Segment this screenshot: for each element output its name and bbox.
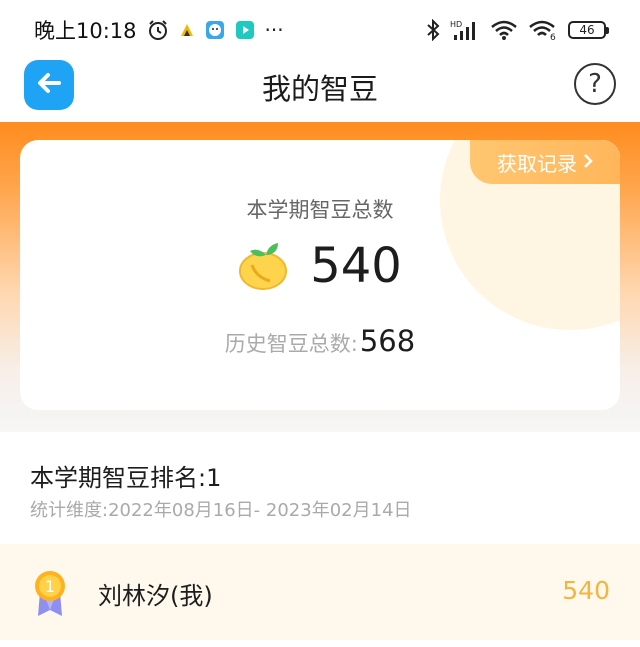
bottom-strip — [0, 640, 640, 647]
page-title: 我的智豆 — [261, 72, 378, 106]
record-button-label: 获取记录 — [497, 151, 577, 176]
page-header: 我的智豆 ? — [0, 60, 640, 122]
ranking-name: 刘林汐(我) — [98, 582, 213, 610]
gold-medal-icon: 1 — [30, 570, 70, 618]
battery-indicator: 46 — [568, 21, 609, 39]
term-total-row: 540 — [20, 234, 620, 298]
history-total-row: 历史智豆总数: 568 — [20, 324, 620, 358]
wifi6-label: 6 — [550, 33, 556, 41]
ranking-header: 本学期智豆排名:1 统计维度:2022年08月16日- 2023年02月14日 — [0, 432, 640, 544]
ranking-period: 统计维度:2022年08月16日- 2023年02月14日 — [30, 500, 412, 521]
video-app-icon — [235, 20, 255, 40]
summary-card: 获取记录 本学期智豆总数 540 历史智豆总数: 568 — [20, 140, 620, 410]
more-notifications-icon: ··· — [264, 18, 284, 42]
ranking-row[interactable]: 1 刘林汐(我) 540 — [0, 544, 640, 640]
status-left: 晚上10:18 ··· — [34, 15, 284, 45]
wifi-icon — [490, 19, 518, 41]
history-total-value: 568 — [359, 324, 416, 358]
history-total-label: 历史智豆总数: — [224, 332, 358, 356]
alarm-icon — [147, 19, 169, 41]
ranking-score: 540 — [562, 576, 610, 605]
app-face-icon — [205, 20, 225, 40]
record-button[interactable]: 获取记录 — [470, 140, 620, 184]
help-button[interactable]: ? — [574, 63, 616, 105]
term-total-label: 本学期智豆总数 — [246, 198, 394, 222]
signal-icon: HD — [450, 19, 480, 41]
wifi6-icon: 6 — [528, 19, 558, 41]
app-notification-icon — [179, 22, 195, 38]
medal-rank: 1 — [45, 577, 55, 596]
ranking-title: 本学期智豆排名:1 — [30, 464, 222, 492]
status-time: 晚上10:18 — [34, 19, 137, 43]
hd-label: HD — [450, 20, 462, 29]
term-total-value: 540 — [310, 238, 402, 294]
status-bar: 晚上10:18 ··· HD 6 46 — [0, 0, 640, 60]
chevron-right-icon — [583, 150, 593, 174]
help-icon: ? — [588, 69, 602, 99]
bluetooth-icon — [426, 19, 440, 41]
status-right: HD 6 46 — [426, 19, 609, 41]
bean-sprout-icon — [238, 241, 292, 291]
